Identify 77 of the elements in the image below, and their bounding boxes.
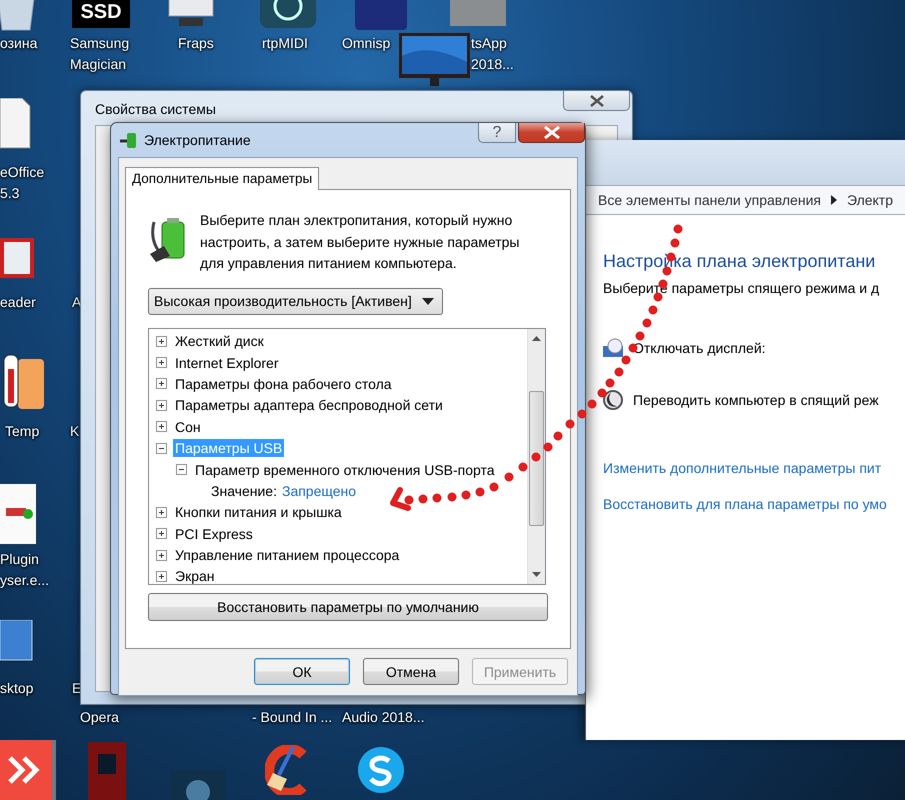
close-icon bbox=[542, 126, 560, 139]
desktop-icon-label[interactable]: eOffice 5.3 bbox=[0, 162, 44, 204]
address-bar[interactable]: Все элементы панели управления Электр bbox=[586, 185, 905, 215]
desktop-icon-label[interactable]: sktop bbox=[0, 678, 34, 699]
tree-item[interactable]: Internet Explorer bbox=[173, 354, 280, 372]
scrollbar[interactable] bbox=[527, 328, 545, 584]
desktop-icon-label[interactable]: tsApp 2018... bbox=[471, 33, 514, 75]
expand-icon[interactable] bbox=[156, 378, 167, 390]
value-label: Значение: bbox=[211, 482, 277, 499]
desktop-icon-label[interactable]: rtpMIDI bbox=[262, 33, 308, 54]
broom-c-icon[interactable] bbox=[265, 745, 307, 795]
expand-icon[interactable] bbox=[156, 550, 167, 561]
desktop-icon-label[interactable]: Omnisp bbox=[342, 33, 390, 54]
dialog-button[interactable]: Отмена bbox=[363, 658, 459, 685]
settings-link[interactable]: Восстановить для плана параметры по умо bbox=[603, 496, 905, 512]
chevron-right-icon bbox=[830, 195, 838, 205]
desktop-icon-label[interactable]: Audio 2018... bbox=[342, 707, 425, 728]
plan-dropdown[interactable]: Высокая производительность [Активен] bbox=[148, 288, 443, 314]
desktop-icon-label[interactable]: озина bbox=[0, 33, 38, 54]
clock-monitor-icon bbox=[603, 338, 625, 358]
tree-item[interactable]: Сон bbox=[173, 418, 203, 436]
expand-icon[interactable] bbox=[156, 528, 167, 540]
scrollbar-thumb[interactable] bbox=[529, 390, 544, 526]
desktop-icon-label[interactable]: Fraps bbox=[178, 33, 214, 54]
document-icon[interactable] bbox=[0, 98, 32, 150]
moon-icon bbox=[603, 390, 625, 410]
dialog-title: Электропитание bbox=[144, 132, 251, 148]
desktop-icon-label[interactable]: E bbox=[72, 678, 82, 699]
desktop-icon-label[interactable]: eader bbox=[0, 292, 36, 313]
expand-icon[interactable] bbox=[156, 336, 167, 347]
expand-icon[interactable] bbox=[156, 400, 167, 411]
battery-plug-icon bbox=[120, 131, 138, 149]
round-socket-icon[interactable] bbox=[260, 0, 316, 28]
collapse-icon[interactable] bbox=[156, 442, 167, 454]
expand-icon[interactable] bbox=[156, 570, 167, 582]
desktop-icon-label[interactable]: K bbox=[70, 421, 80, 442]
breadcrumb-item[interactable]: Электр bbox=[846, 192, 894, 208]
plugin-icon[interactable] bbox=[0, 484, 36, 544]
tree-item[interactable]: Параметры фона рабочего стола bbox=[173, 374, 394, 393]
close-button[interactable] bbox=[563, 91, 630, 111]
expand-icon[interactable] bbox=[156, 357, 167, 368]
page-heading: Настройка плана электропитани bbox=[603, 251, 876, 272]
value-link[interactable]: Запрещено bbox=[282, 482, 356, 499]
tree-item[interactable]: Экран bbox=[173, 567, 216, 586]
tree-item[interactable]: Параметр временного отключения USB-порта bbox=[193, 460, 497, 479]
breadcrumb-item[interactable]: Все элементы панели управления bbox=[598, 192, 821, 208]
ssd-icon[interactable]: SSD bbox=[72, 0, 130, 28]
scroll-down-icon[interactable] bbox=[532, 572, 541, 576]
close-button[interactable] bbox=[518, 123, 585, 143]
window-title: Свойства системы bbox=[95, 100, 216, 119]
expand-icon[interactable] bbox=[156, 421, 167, 432]
page-subtitle: Выберите параметры спящего режима и д bbox=[603, 280, 880, 296]
help-button[interactable]: ? bbox=[478, 123, 516, 143]
restore-defaults-button[interactable]: Восстановить параметры по умолчанию bbox=[148, 592, 548, 620]
dialog-button[interactable]: ОК bbox=[254, 658, 350, 685]
desktop-icon-label[interactable]: Temp bbox=[5, 421, 40, 442]
dropdown-arrow-icon bbox=[422, 298, 434, 304]
chevrons-icon[interactable] bbox=[0, 740, 56, 800]
close-icon bbox=[588, 94, 604, 106]
collapse-icon[interactable] bbox=[176, 464, 187, 476]
expand-icon[interactable] bbox=[156, 506, 167, 518]
tree-item[interactable]: Кнопки питания и крышка bbox=[173, 503, 344, 522]
settings-link[interactable]: Изменить дополнительные параметры пит bbox=[603, 460, 905, 476]
desktop-icon-label[interactable]: Opera bbox=[80, 707, 119, 728]
tree-item[interactable]: Параметры адаптера беспроводной сети bbox=[173, 396, 445, 414]
tree-item[interactable]: Управление питанием процессора bbox=[173, 546, 402, 564]
globe-thumbnail[interactable] bbox=[170, 770, 226, 800]
tab[interactable]: Дополнительные параметры bbox=[125, 167, 320, 190]
desktop-icon-label[interactable]: - Bound In ... bbox=[252, 707, 332, 728]
description-text: Выберите план электропитания, который нужно настроить, а затем выберите нужные параметры для управления питанием компьютера. bbox=[200, 211, 520, 273]
s-logo-icon[interactable] bbox=[355, 745, 407, 795]
scroll-up-icon[interactable] bbox=[532, 336, 541, 340]
tree-item[interactable]: PCI Express bbox=[173, 524, 255, 543]
desktop-icon-label[interactable]: Samsung Magician bbox=[70, 33, 130, 75]
tree-item[interactable]: Жесткий диск bbox=[173, 332, 266, 350]
desktop-icon-label[interactable]: Plugin yser.e... bbox=[0, 549, 50, 591]
setting-label: Переводить компьютер в спящий реж bbox=[633, 392, 879, 408]
